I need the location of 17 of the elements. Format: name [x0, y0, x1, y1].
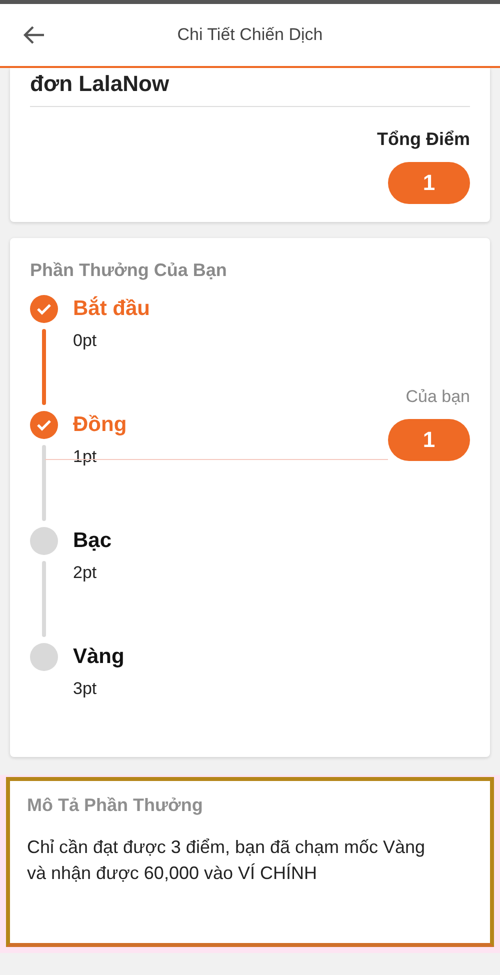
description-title: Mô Tả Phần Thưởng	[27, 795, 204, 816]
milestone-name: Đồng	[73, 412, 128, 438]
milestone-points: 2pt	[73, 562, 97, 583]
milestone-name: Bạc	[73, 528, 113, 554]
your-position-label: Của bạn	[406, 387, 470, 407]
total-points-value: 1	[388, 162, 470, 204]
milestone-name: Vàng	[73, 644, 126, 670]
rewards-title: Phần Thưởng Của Bạn	[30, 260, 228, 281]
milestone-name: Bắt đầu	[73, 295, 152, 322]
your-points-value: 1	[388, 419, 470, 461]
back-icon[interactable]	[22, 25, 46, 45]
campaign-title: đơn LalaNow	[30, 70, 170, 98]
description-text: Chỉ cần đạt được 3 điểm, bạn đã chạm mốc Vàng và nhận được 60,000 vào VÍ CHÍNH	[27, 836, 426, 885]
milestone-points: 0pt	[73, 330, 97, 351]
screen-title: Chi Tiết Chiến Dịch	[177, 25, 323, 45]
total-points-label: Tổng Điểm	[377, 129, 470, 150]
milestone-points: 3pt	[73, 678, 97, 699]
